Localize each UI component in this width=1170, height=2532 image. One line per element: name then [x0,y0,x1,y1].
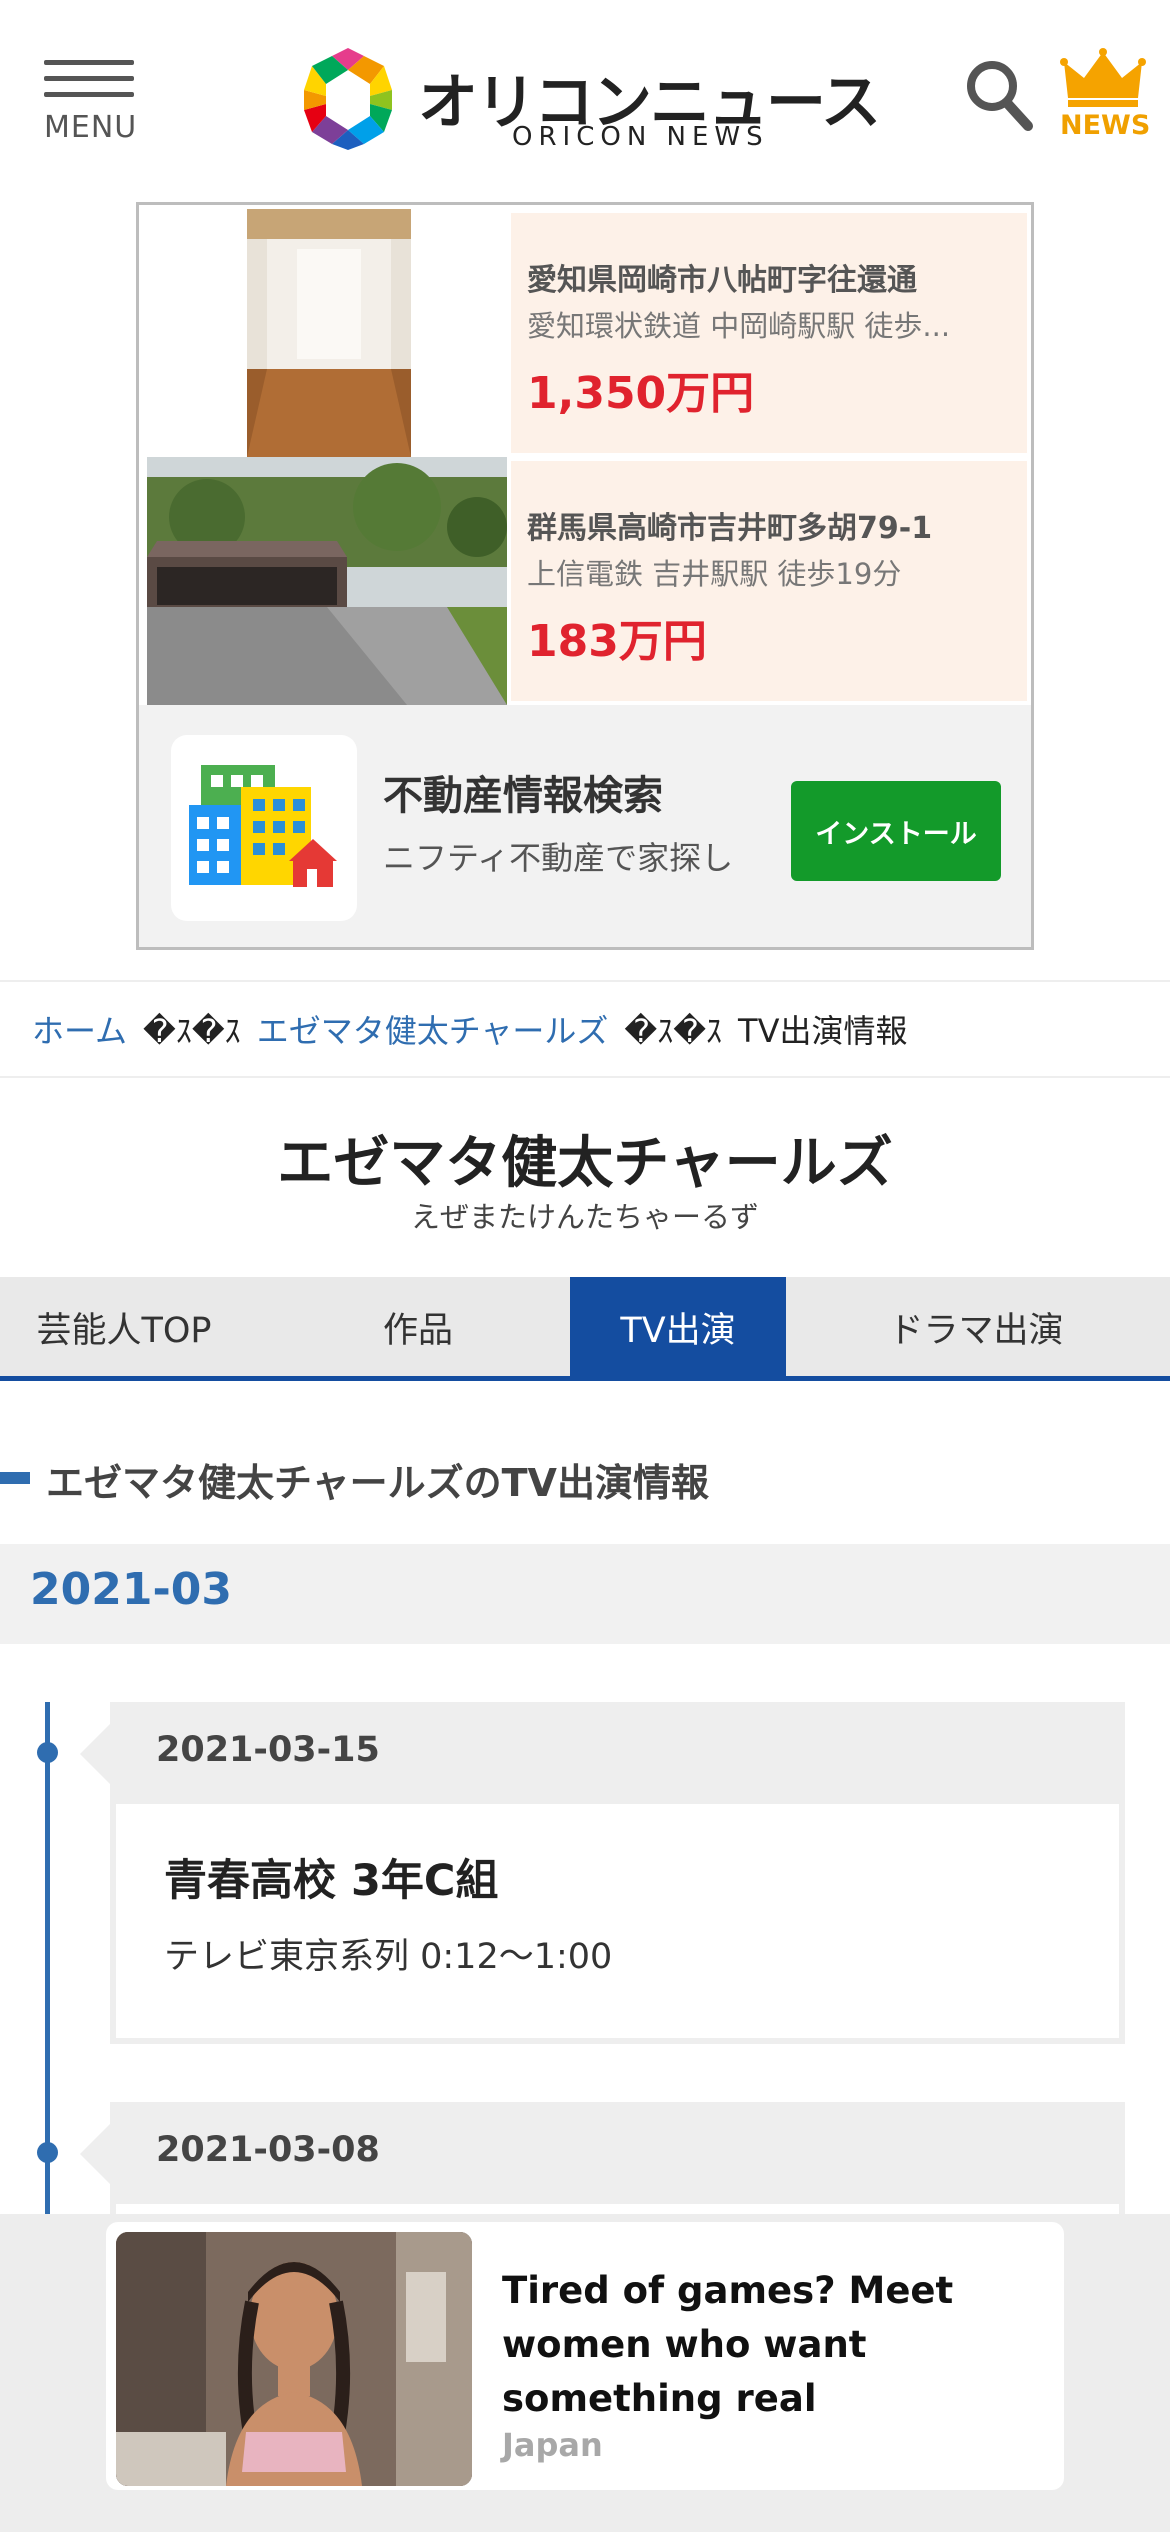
menu-label: MENU [44,110,138,145]
tab-works[interactable]: 作品 [336,1277,500,1377]
timeline-dot [37,1742,58,1763]
listing-2-info: 群馬県高崎市吉井町多胡79-1 上信電鉄 吉井駅駅 徒歩19分 183万円 [511,461,1027,701]
tab-underline [0,1376,1170,1381]
tv-entry-card[interactable]: 青春高校 3年C組 テレビ東京系列 0:12〜1:00 [110,1804,1125,2044]
section-heading: エゼマタ健太チャールズのTV出演情報 [0,1448,1170,1508]
tab-drama[interactable]: ドラマ出演 [856,1277,1096,1377]
bottom-ad-card[interactable]: Tired of games? Meet women who want some… [106,2222,1064,2490]
menu-icon-bar [44,76,134,81]
section-title: エゼマタ健太チャールズのTV出演情報 [46,1461,709,1505]
app-subtitle: ニフティ不動産で家探し [383,839,734,877]
menu-icon-bar [44,92,134,97]
entry-date: 2021-03-15 [156,1730,380,1770]
tab-top[interactable]: 芸能人TOP [0,1277,248,1377]
app-promo[interactable]: 不動産情報検索 ニフティ不動産で家探し インストール [139,705,1031,947]
crown-icon [1060,48,1146,107]
oricon-logo[interactable]: オリコンニュース ORICON NEWS [296,44,881,154]
news-label: NEWS [1060,110,1151,141]
bottom-ad-photo [116,2232,472,2486]
search-button[interactable] [964,58,1036,134]
app-title: 不動産情報検索 [383,773,663,819]
breadcrumb-artist-link[interactable]: エゼマタ健太チャールズ [257,1006,609,1052]
timeline-dot [37,2142,58,2163]
menu-button[interactable]: MENU [44,56,138,146]
real-estate-ad[interactable]: 愛知県岡崎市八帖町字往還通 愛知環状鉄道 中岡崎駅駅 徒歩... 1,350万円… [136,202,1034,950]
listing-price: 1,350万円 [527,368,755,419]
page-title: エゼマタ健太チャールズ [277,1131,893,1196]
tab-tv[interactable]: TV出演 [570,1277,786,1377]
month-header: 2021-03 [0,1544,1170,1644]
bottom-ad-headline: Tired of games? Meet women who want some… [502,2269,954,2420]
sticky-bottom-ad: Tired of games? Meet women who want some… [0,2214,1170,2532]
listing-1[interactable]: 愛知県岡崎市八帖町字往還通 愛知環状鉄道 中岡崎駅駅 徒歩... 1,350万円 [139,209,1031,457]
listing-price: 183万円 [527,616,707,667]
section-marker [0,1472,30,1484]
listing-station: 愛知環状鉄道 中岡崎駅駅 徒歩... [527,309,951,343]
oricon-logo-icon [304,48,392,150]
listing-title: 愛知県岡崎市八帖町字往還通 [527,263,917,298]
entry-date-header: 2021-03-15 [80,1702,1125,1804]
listing-1-photo [247,209,411,457]
program-schedule: テレビ東京系列 0:12〜1:00 [164,1937,613,1977]
listing-station: 上信電鉄 吉井駅駅 徒歩19分 [527,557,902,591]
breadcrumb-home-link[interactable]: ホーム [32,1006,127,1052]
artist-tabs: 芸能人TOP 作品 TV出演 ドラマ出演 [0,1277,1170,1377]
listing-title: 群馬県高崎市吉井町多胡79-1 [527,511,933,546]
month-label: 2021-03 [30,1564,232,1615]
site-header: MENU オリコンニュース ORICON NEWS NEWS [0,0,1170,190]
logo-text-en: ORICON NEWS [512,122,769,152]
bottom-ad-source: Japan [502,2426,603,2464]
entry-date-header: 2021-03-08 [80,2102,1125,2204]
program-title: 青春高校 3年C組 [164,1856,499,1906]
breadcrumb: ホーム �ｽ�ｽ エゼマタ健太チャールズ �ｽ�ｽ TV出演情報 [0,980,1170,1078]
entry-date: 2021-03-08 [156,2130,380,2170]
menu-icon-bar [44,60,134,65]
install-button[interactable]: インストール [791,781,1001,881]
listing-2[interactable]: 群馬県高崎市吉井町多胡79-1 上信電鉄 吉井駅駅 徒歩19分 183万円 [139,457,1031,705]
breadcrumb-separator: �ｽ�ｽ [624,1012,723,1050]
listing-2-photo [147,457,507,705]
news-ranking-button[interactable]: NEWS [1060,48,1151,144]
breadcrumb-current: TV出演情報 [738,1012,908,1050]
page-title-reading: えぜまたけんたちゃーるず [410,1200,759,1234]
building-app-icon [171,735,357,921]
search-icon [967,61,1033,131]
breadcrumb-separator: �ｽ�ｽ [143,1012,241,1050]
listing-1-info: 愛知県岡崎市八帖町字往還通 愛知環状鉄道 中岡崎駅駅 徒歩... 1,350万円 [511,213,1027,453]
